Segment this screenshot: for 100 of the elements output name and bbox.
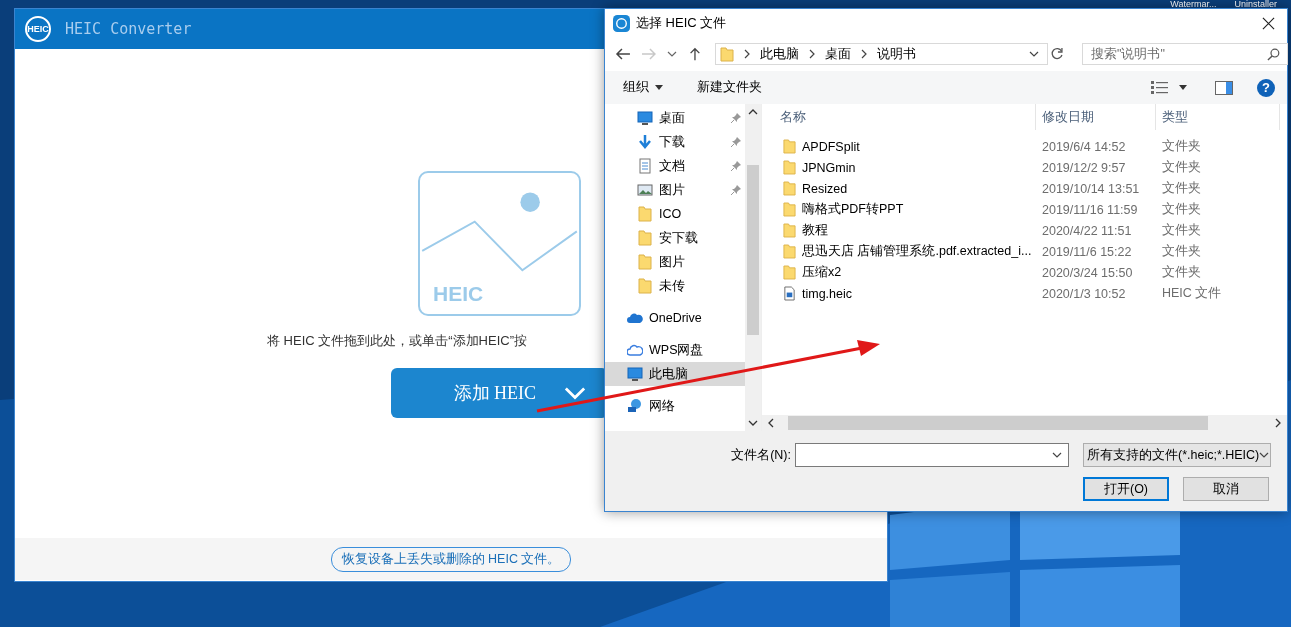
folder-icon	[783, 244, 796, 259]
preview-pane-icon[interactable]	[1215, 80, 1233, 95]
chevron-right-icon	[860, 49, 867, 59]
chevron-down-icon	[1259, 452, 1270, 458]
file-name[interactable]: Resized	[762, 181, 1036, 196]
nav-pane-item[interactable]: 安下载	[605, 226, 745, 250]
folder-icon	[637, 206, 653, 222]
monitor-icon	[627, 366, 643, 382]
nav-pane-item[interactable]: ICO	[605, 202, 745, 226]
scroll-down-icon[interactable]	[748, 420, 758, 426]
recent-dropdown-icon[interactable]	[666, 51, 677, 57]
nav-pane-item[interactable]: 未传	[605, 274, 745, 298]
recover-files-link[interactable]: 恢复设备上丢失或删除的 HEIC 文件。	[330, 546, 572, 572]
image-icon	[637, 182, 653, 198]
nav-pane-item[interactable]: WPS网盘	[605, 338, 745, 362]
nav-pane-item[interactable]: 网络	[605, 394, 745, 418]
chevron-right-icon	[808, 49, 815, 59]
image-file-icon	[783, 286, 796, 301]
modified-date: 2019/10/14 13:51	[1041, 181, 1141, 196]
chevron-down-icon	[564, 386, 586, 400]
chevron-down-icon	[1052, 452, 1062, 458]
nav-pane-item[interactable]: 下载	[605, 130, 745, 154]
document-icon	[637, 158, 653, 174]
file-type: 文件夹	[1161, 138, 1201, 155]
file-type-dropdown[interactable]: 所有支持的文件(*.heic;*.HEIC)	[1083, 443, 1271, 467]
new-folder-button[interactable]: 新建文件夹	[697, 79, 762, 96]
folder-icon	[637, 230, 653, 246]
modified-date: 2019/12/2 9:57	[1041, 160, 1127, 175]
breadcrumb-item[interactable]: 此电脑	[759, 45, 799, 63]
breadcrumb-item[interactable]: 说明书	[876, 45, 916, 63]
nav-pane-item[interactable]: 图片	[605, 178, 745, 202]
scroll-left-icon[interactable]	[768, 418, 774, 428]
cloud-icon	[627, 342, 643, 358]
file-type: 文件夹	[1161, 180, 1201, 197]
file-name[interactable]: JPNGmin	[762, 160, 1036, 175]
file-type: 文件夹	[1161, 264, 1201, 281]
caret-icon	[655, 85, 663, 90]
folder-icon	[783, 265, 796, 280]
search-field[interactable]: 搜索"说明书"	[1082, 43, 1289, 65]
file-type: 文件夹	[1161, 201, 1201, 218]
vertical-scrollbar[interactable]	[745, 104, 761, 431]
network-icon	[627, 398, 643, 414]
nav-pane-item[interactable]: 图片	[605, 250, 745, 274]
column-header[interactable]: 类型	[1156, 104, 1280, 130]
folder-icon	[783, 202, 796, 217]
column-header[interactable]: 名称	[762, 104, 1036, 130]
breadcrumb-item[interactable]: 桌面	[824, 45, 851, 63]
nav-pane-item[interactable]: 此电脑	[605, 362, 745, 386]
column-header[interactable]: 修改日期	[1036, 104, 1156, 130]
file-name[interactable]: APDFSplit	[762, 139, 1036, 154]
modified-date: 2019/11/6 15:22	[1041, 244, 1133, 259]
address-bar[interactable]: 此电脑 桌面 说明书	[714, 43, 1049, 65]
file-type: 文件夹	[1161, 243, 1201, 260]
horizontal-scrollbar[interactable]	[762, 415, 1287, 431]
file-type: 文件夹	[1161, 159, 1201, 176]
back-arrow-icon[interactable]	[615, 47, 631, 61]
folder-icon	[783, 181, 796, 196]
nav-pane-item[interactable]: 文档	[605, 154, 745, 178]
close-icon[interactable]	[1262, 16, 1275, 30]
refresh-icon[interactable]	[1050, 47, 1065, 61]
image-placeholder-drawing: HEIC	[418, 171, 581, 316]
drop-hint: 将 HEIC 文件拖到此处，或单击“添加HEIC”按	[267, 332, 527, 350]
nav-pane-item[interactable]: OneDrive	[605, 306, 745, 330]
monitor-icon	[637, 110, 653, 126]
chevron-down-icon[interactable]	[1029, 51, 1040, 57]
folder-icon	[719, 46, 734, 62]
file-name[interactable]: timg.heic	[762, 286, 1036, 301]
caret-icon[interactable]	[1179, 85, 1187, 90]
modified-date: 2020/3/24 15:50	[1041, 265, 1134, 280]
down-arrow-icon	[637, 134, 653, 150]
modified-date: 2020/1/3 10:52	[1041, 286, 1127, 301]
view-options-icon[interactable]	[1151, 80, 1169, 95]
open-button[interactable]: 打开(O)	[1083, 477, 1169, 501]
scroll-up-icon[interactable]	[748, 109, 758, 115]
cancel-button[interactable]: 取消	[1183, 477, 1269, 501]
chevron-right-icon	[743, 49, 750, 59]
app-icon	[613, 14, 630, 32]
file-name[interactable]: 压缩x2	[762, 264, 1036, 281]
app-logo: HEIC	[25, 16, 51, 42]
file-type: 文件夹	[1161, 222, 1201, 239]
folder-icon	[783, 223, 796, 238]
dialog-title: 选择 HEIC 文件	[636, 14, 728, 32]
folder-icon	[783, 160, 796, 175]
window-title: HEIC Converter	[65, 20, 192, 38]
file-name-label: 文件名(N):	[731, 446, 791, 464]
nav-pane-item[interactable]: 桌面	[605, 106, 745, 130]
modified-date: 2020/4/22 11:51	[1041, 223, 1133, 238]
folder-icon	[637, 278, 653, 294]
desktop-icon-label[interactable]: Uninstaller	[1234, 0, 1277, 8]
file-name[interactable]: 嗨格式PDF转PPT	[762, 201, 1036, 218]
organize-menu[interactable]: 组织	[623, 79, 649, 96]
desktop-icon-label[interactable]: Watermar...	[1170, 0, 1217, 8]
file-name[interactable]: 思迅天店 店铺管理系统.pdf.extracted_i...	[762, 243, 1036, 260]
file-name[interactable]: 教程	[762, 222, 1036, 239]
modified-date: 2019/11/16 11:59	[1041, 202, 1139, 217]
file-name-field[interactable]	[795, 443, 1069, 467]
help-button[interactable]: ?	[1257, 78, 1275, 97]
folder-icon	[637, 254, 653, 270]
scroll-right-icon[interactable]	[1275, 418, 1281, 428]
folder-icon	[783, 139, 796, 154]
